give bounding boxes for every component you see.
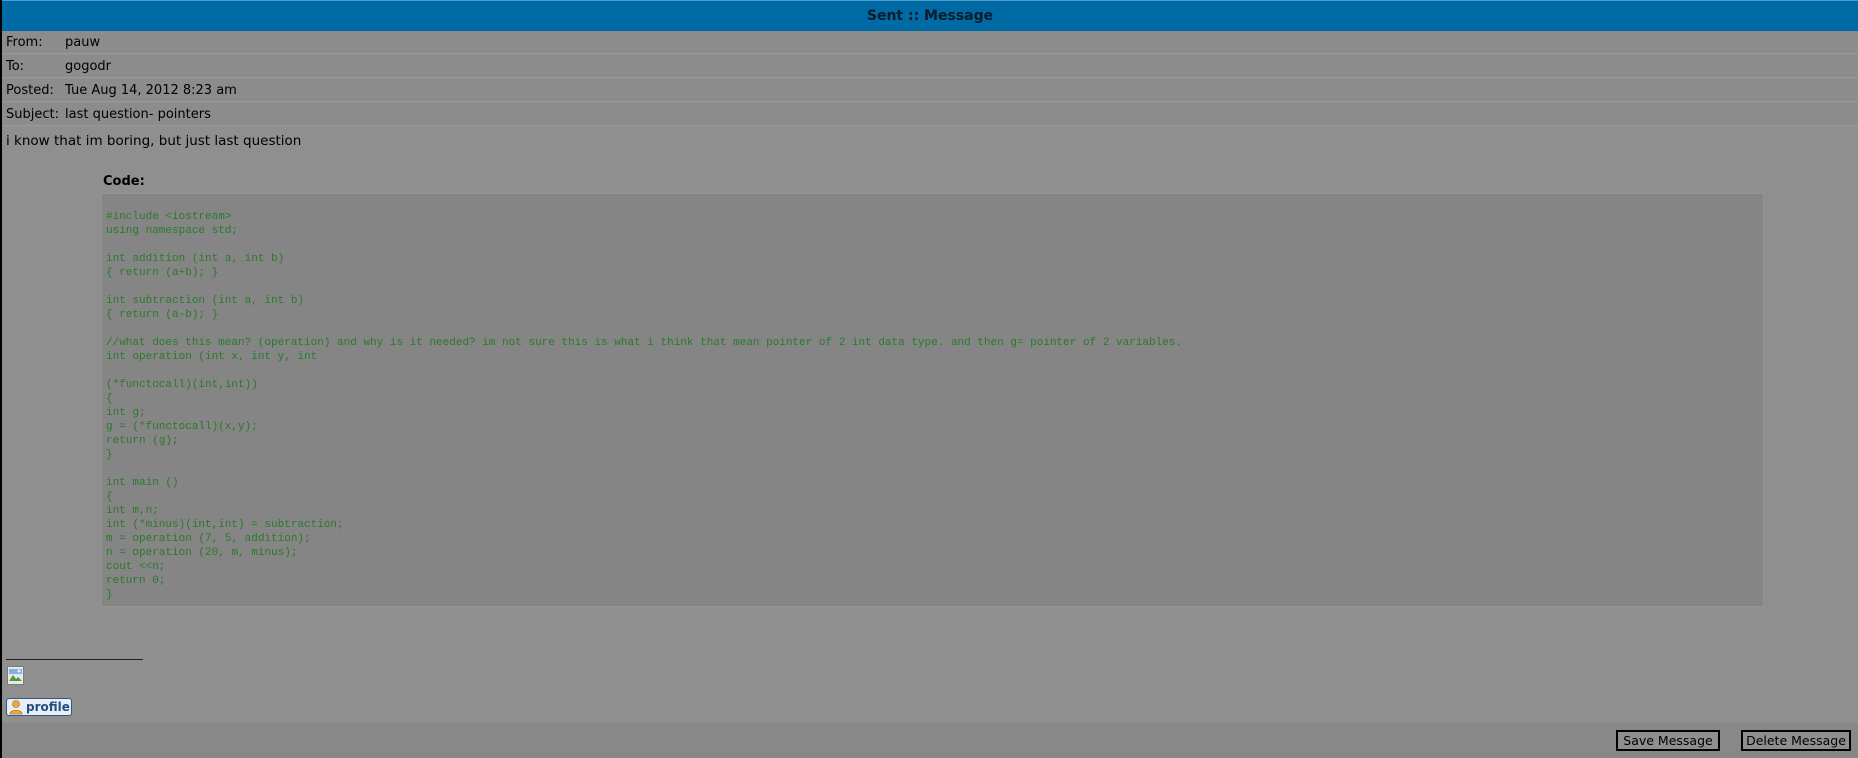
to-label: To: bbox=[6, 59, 25, 74]
code-label: Code: bbox=[103, 174, 145, 189]
signature-divider bbox=[6, 659, 143, 660]
posted-row: Posted: Tue Aug 14, 2012 8:23 am bbox=[2, 79, 1858, 102]
code-block: #include <iostream> using namespace std;… bbox=[101, 193, 1764, 607]
from-label: From: bbox=[6, 35, 43, 50]
message-window: Sent :: Message From: pauw To: gogodr Po… bbox=[2, 0, 1858, 758]
subject-label: Subject: bbox=[6, 107, 59, 122]
page-title: Sent :: Message bbox=[866, 8, 994, 24]
posted-value: Tue Aug 14, 2012 8:23 am bbox=[65, 83, 237, 98]
action-bar: Save Message Delete Message bbox=[2, 723, 1858, 758]
to-value: gogodr bbox=[65, 59, 112, 74]
posted-label: Posted: bbox=[6, 83, 54, 98]
broken-image-icon bbox=[7, 666, 24, 685]
save-message-button[interactable]: Save Message bbox=[1616, 730, 1720, 751]
user-icon bbox=[8, 699, 24, 715]
profile-label: profile bbox=[26, 700, 70, 714]
subject-row: Subject: last question- pointers bbox=[2, 103, 1858, 126]
profile-button[interactable]: profile bbox=[6, 698, 72, 716]
message-body: i know that im boring, but just last que… bbox=[6, 133, 302, 149]
page-header: Sent :: Message bbox=[2, 0, 1858, 31]
subject-value: last question- pointers bbox=[65, 107, 211, 122]
delete-message-button[interactable]: Delete Message bbox=[1741, 730, 1851, 751]
to-row: To: gogodr bbox=[2, 55, 1858, 78]
from-row: From: pauw bbox=[2, 31, 1858, 54]
from-value: pauw bbox=[65, 35, 101, 50]
code-content: #include <iostream> using namespace std;… bbox=[106, 211, 1182, 601]
